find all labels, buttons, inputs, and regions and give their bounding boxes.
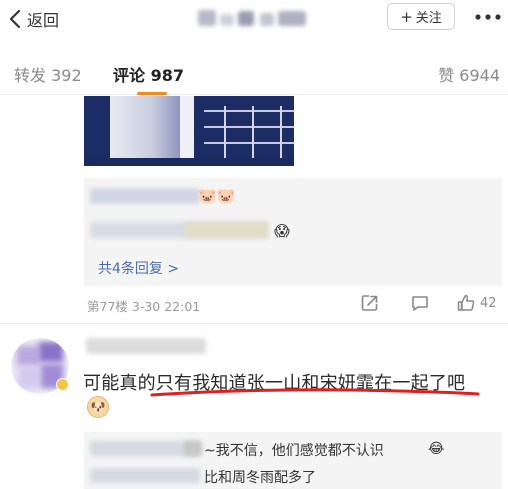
- more-options-button[interactable]: [474, 6, 502, 28]
- dog-emoji-icon: 🐶: [87, 396, 109, 418]
- chevron-left-icon: [9, 9, 21, 29]
- thumbs-up-icon: [457, 294, 475, 311]
- shocked-emoji-icon: 😱: [274, 222, 290, 240]
- plus-icon: +: [400, 7, 413, 26]
- blurred-reply-text: [184, 222, 268, 238]
- more-dots-icon: [475, 14, 501, 20]
- reply-text: 比和周冬雨配多了: [204, 470, 316, 486]
- divider: [0, 323, 508, 324]
- blurred-reply-username: [90, 468, 200, 483]
- comment-photo[interactable]: [84, 96, 294, 166]
- active-tab-indicator: [137, 92, 167, 95]
- pig-emoji-icon: 🐷🐷: [198, 187, 236, 205]
- blurred-username: [86, 338, 206, 354]
- red-underline-annotation: [150, 388, 480, 397]
- top-bar: 返回 + 关注: [0, 0, 508, 38]
- tab-comment[interactable]: 评论 987: [113, 62, 184, 86]
- like-count: 42: [480, 295, 497, 311]
- verified-badge-icon: [56, 378, 69, 391]
- laughing-emoji-icon: 😂: [428, 441, 445, 457]
- tab-repost[interactable]: 转发 392: [14, 62, 82, 86]
- blurred-reply-text: [90, 188, 200, 204]
- like-button[interactable]: 42: [456, 293, 497, 313]
- tab-like[interactable]: 赞 6944: [438, 62, 500, 86]
- share-icon: [361, 295, 378, 311]
- follow-label: 关注: [415, 11, 442, 26]
- comment-bubble-icon: [412, 296, 428, 311]
- back-button[interactable]: 返回: [8, 6, 59, 32]
- page-title-blurred: [198, 8, 310, 30]
- comment-meta: 第77楼 3-30 22:01: [87, 299, 201, 314]
- follow-button[interactable]: + 关注: [387, 3, 455, 30]
- comment-button[interactable]: [410, 293, 430, 313]
- more-replies-link[interactable]: 共4条回复 >: [98, 258, 179, 278]
- blurred-reply-username: [184, 441, 202, 456]
- reply-preview-box[interactable]: ~我不信，他们感觉都不认识 😂 比和周冬雨配多了: [84, 432, 502, 489]
- share-button[interactable]: [360, 293, 380, 313]
- reply-text: ~我不信，他们感觉都不认识: [204, 443, 384, 459]
- reply-preview-box[interactable]: 🐷🐷 😱 共4条回复 >: [84, 178, 502, 286]
- back-label: 返回: [27, 11, 60, 30]
- tab-bar: 转发 392 评论 987 赞 6944: [0, 50, 508, 95]
